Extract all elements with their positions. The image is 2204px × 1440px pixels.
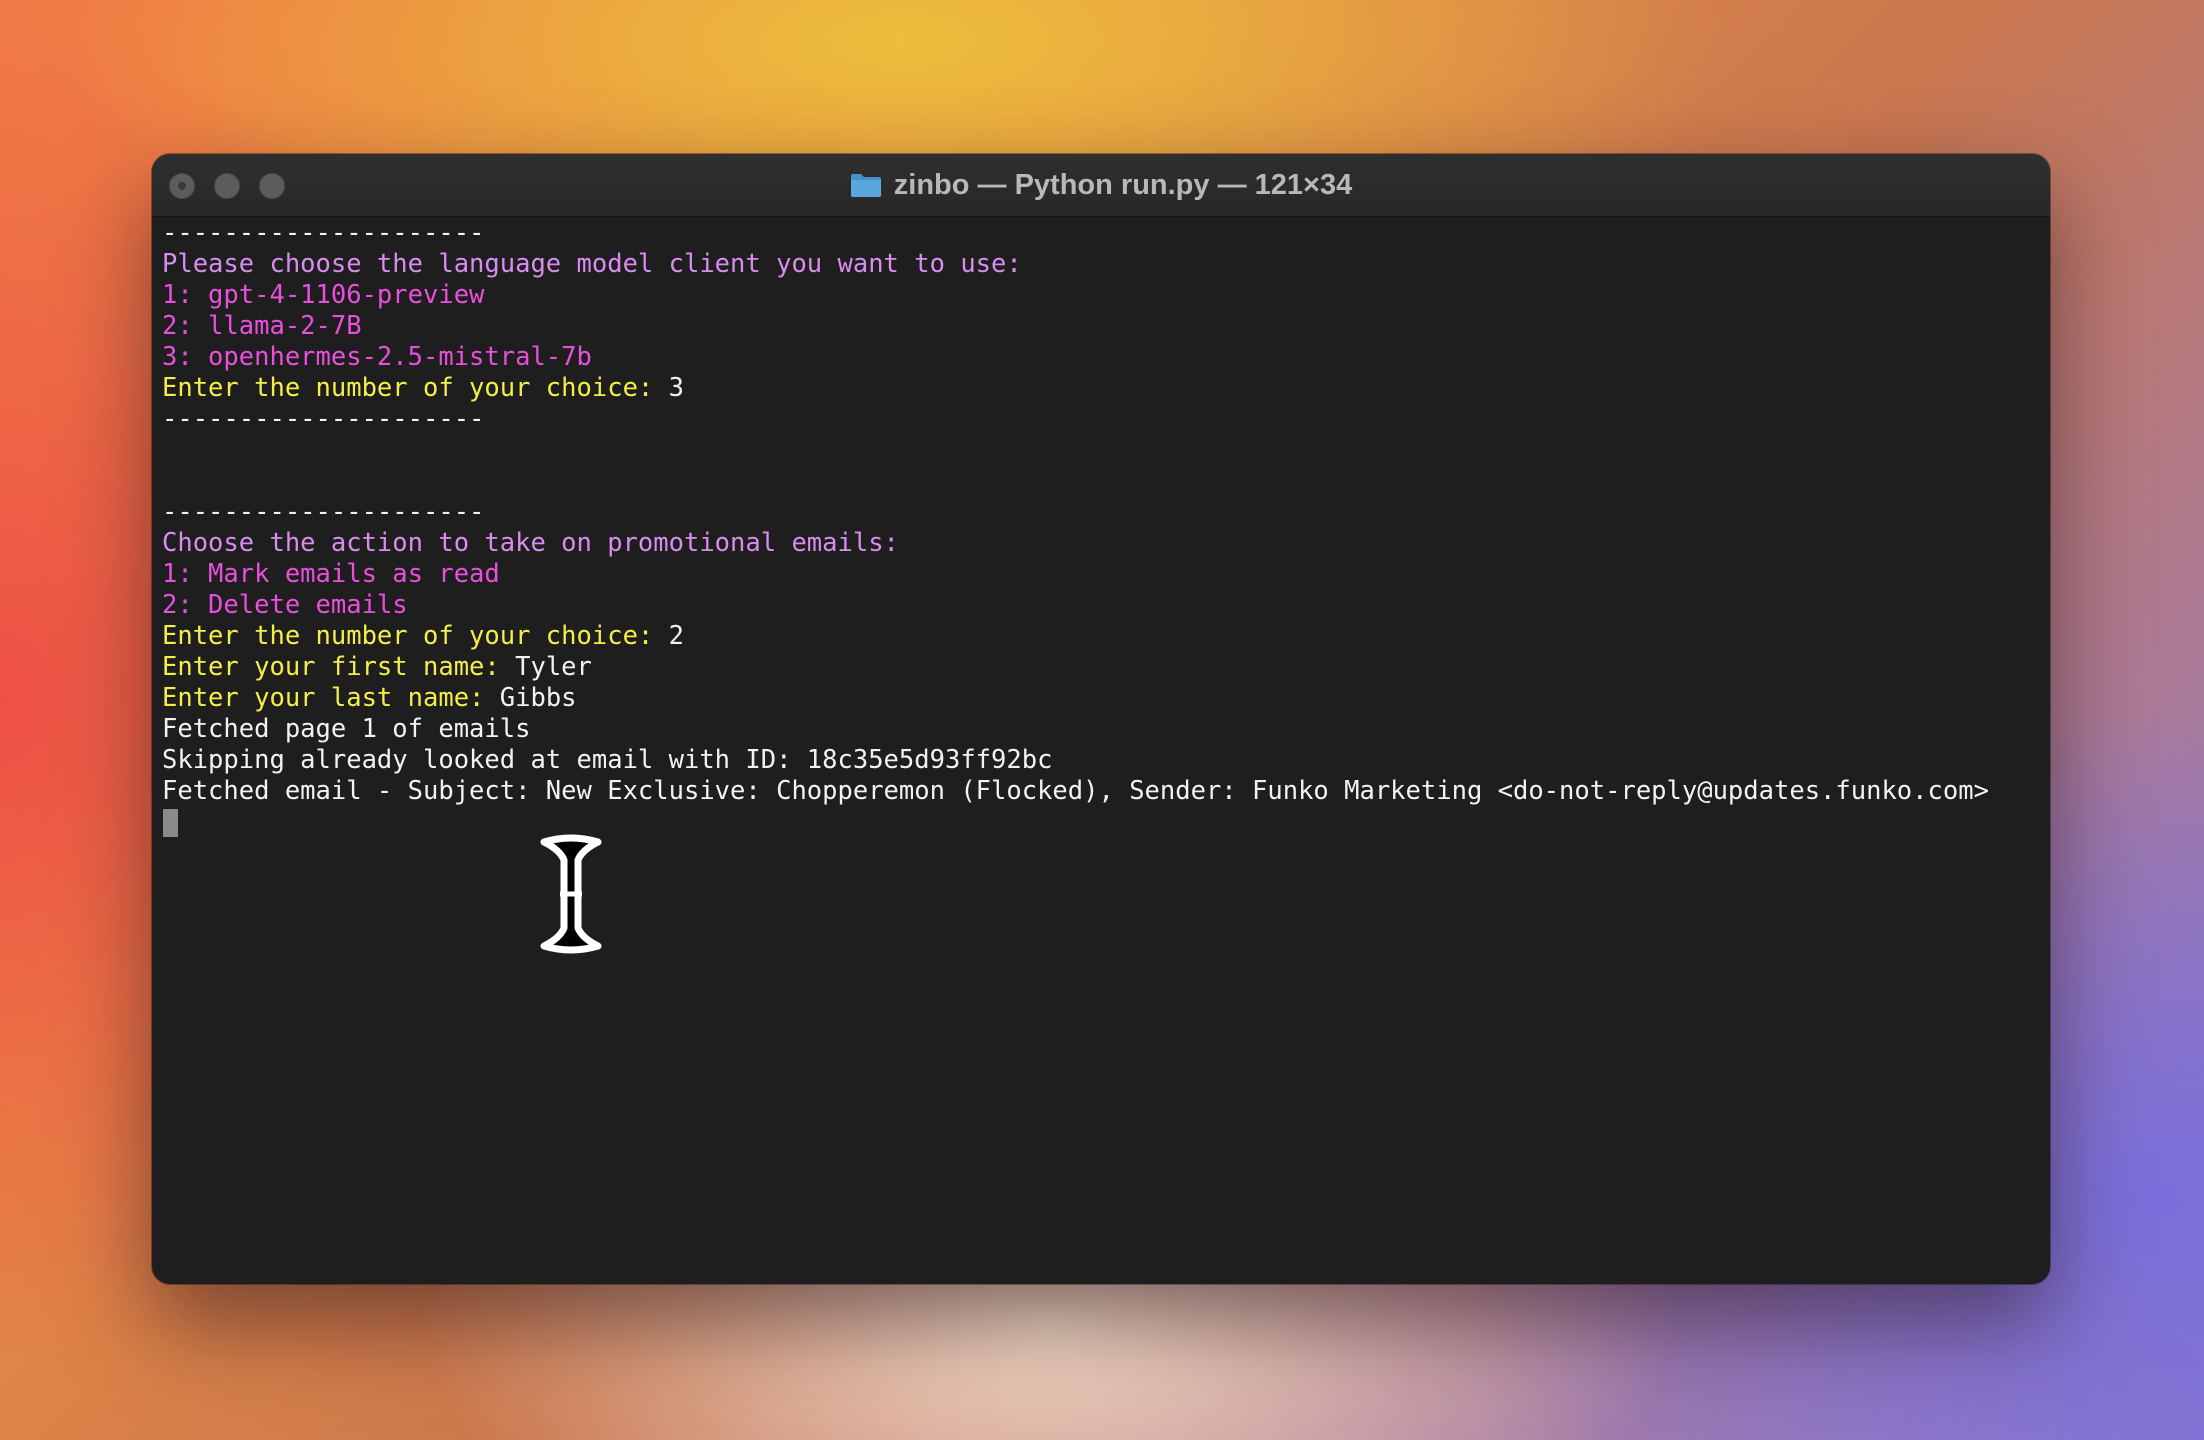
terminal-line: Enter your last name: Gibbs [162,683,2040,714]
terminal-text: Enter your last name: [162,683,500,713]
window-title-text: zinbo — Python run.py — 121×34 [893,168,1353,201]
terminal-text: 1: Mark emails as read [162,559,500,589]
terminal-prompt-line[interactable] [162,807,2040,838]
text-cursor-ibeam-icon [540,834,602,954]
title-bar[interactable]: zinbo — Python run.py — 121×34 [152,154,2050,217]
folder-icon [850,174,881,197]
terminal-text: 3 [668,373,684,403]
terminal-line: 2: llama-2-7B [162,311,2040,342]
terminal-text: Fetched page 1 of emails [162,714,531,744]
terminal-text: Please choose the language model client … [162,249,1022,279]
terminal-text: --------------------- [162,404,485,434]
terminal-text: 3: openhermes-2.5-mistral-7b [162,342,592,372]
terminal-text: Enter the number of your choice: [162,621,669,651]
terminal-text: Enter your first name: [162,652,516,682]
terminal-text: 2: Delete emails [162,590,408,620]
terminal-line: Enter the number of your choice: 3 [162,373,2040,404]
terminal-text: 1: gpt-4-1106-preview [162,280,485,310]
terminal-text: --------------------- [162,218,485,248]
terminal-line: Fetched email - Subject: New Exclusive: … [162,776,2040,807]
terminal-text: Fetched email - Subject: New Exclusive: … [162,776,1989,806]
window-title: zinbo — Python run.py — 121×34 [152,154,2050,216]
terminal-line: Skipping already looked at email with ID… [162,745,2040,776]
terminal-text: --------------------- [162,497,485,527]
terminal-window[interactable]: zinbo — Python run.py — 121×34 ---------… [152,154,2050,1284]
terminal-line: 1: gpt-4-1106-preview [162,280,2040,311]
terminal-line: --------------------- [162,497,2040,528]
terminal-text: Choose the action to take on promotional… [162,528,899,558]
terminal-text: 2 [668,621,684,651]
terminal-line: Please choose the language model client … [162,249,2040,280]
terminal-text: Skipping already looked at email with ID… [162,745,1053,775]
terminal-block-cursor [163,809,178,837]
terminal-line: Choose the action to take on promotional… [162,528,2040,559]
terminal-text: 2: llama-2-7B [162,311,362,341]
terminal-text: Enter the number of your choice: [162,373,669,403]
terminal-line: 3: openhermes-2.5-mistral-7b [162,342,2040,373]
terminal-text: Tyler [515,652,592,682]
terminal-line: Enter your first name: Tyler [162,652,2040,683]
terminal-line: 1: Mark emails as read [162,559,2040,590]
terminal-line: --------------------- [162,404,2040,435]
terminal-text: Gibbs [499,683,577,713]
terminal-line: --------------------- [162,218,2040,249]
terminal-line: 2: Delete emails [162,590,2040,621]
terminal-output[interactable]: --------------------- Please choose the l… [162,218,2040,1284]
terminal-line: Fetched page 1 of emails [162,714,2040,745]
terminal-line: Enter the number of your choice: 2 [162,621,2040,652]
